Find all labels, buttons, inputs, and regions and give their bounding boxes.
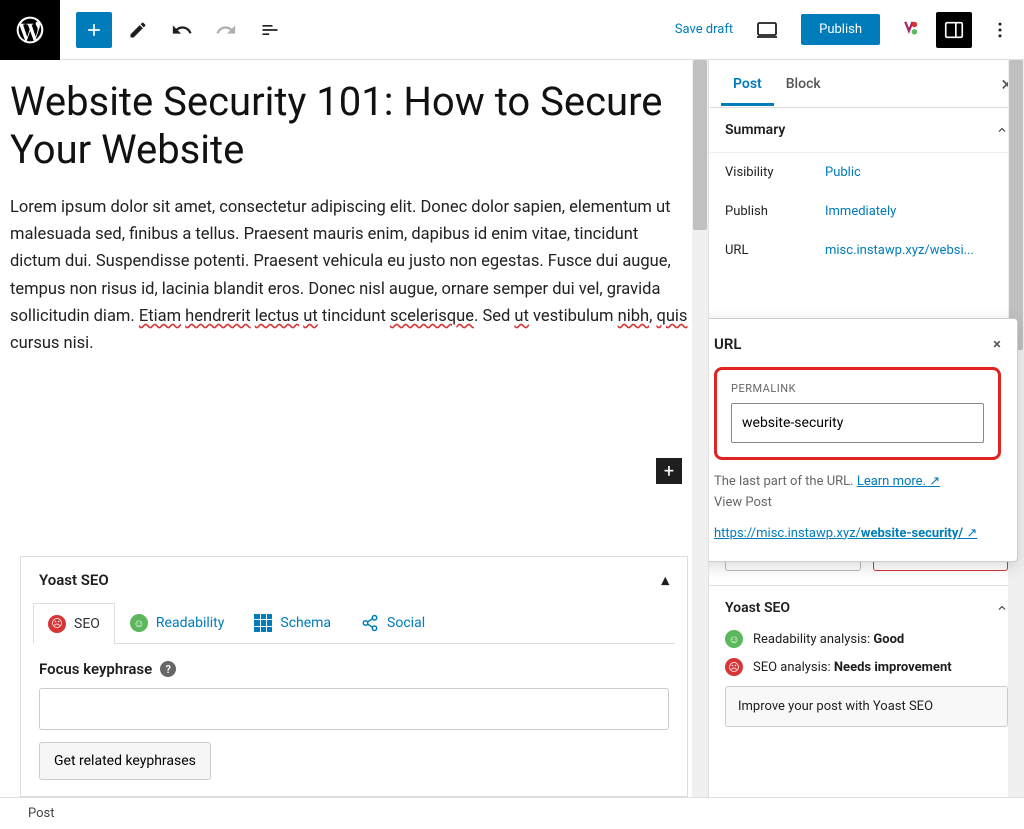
save-draft-link[interactable]: Save draft	[675, 22, 733, 37]
add-block-inline-button[interactable]: +	[656, 458, 682, 484]
edit-icon[interactable]	[120, 12, 156, 48]
editor-canvas[interactable]: Website Security 101: How to Secure Your…	[0, 60, 708, 797]
post-body[interactable]: Lorem ipsum dolor sit amet, consectetur …	[10, 194, 690, 357]
permalink-url-link[interactable]: https://misc.instawp.xyz/website-securit…	[714, 522, 1001, 545]
help-icon[interactable]: ?	[160, 661, 176, 677]
chevron-up-icon	[996, 602, 1008, 614]
collapse-icon[interactable]: ▴	[661, 571, 669, 589]
yoast-tab-readability[interactable]: ☺Readability	[115, 603, 239, 643]
visibility-value[interactable]: Public	[825, 165, 861, 180]
focus-keyphrase-input[interactable]	[39, 688, 669, 730]
breadcrumb[interactable]: Post	[28, 806, 55, 821]
wordpress-logo[interactable]	[0, 0, 60, 60]
publish-button[interactable]: Publish	[801, 14, 880, 45]
learn-more-link[interactable]: Learn more. ↗	[857, 474, 940, 489]
summary-panel-header[interactable]: Summary	[709, 108, 1024, 153]
share-icon	[361, 614, 379, 632]
options-menu[interactable]	[988, 12, 1012, 48]
publish-value[interactable]: Immediately	[825, 204, 896, 219]
editor-scrollbar[interactable]	[692, 60, 708, 797]
happy-face-icon: ☺	[130, 614, 148, 632]
tab-post[interactable]: Post	[721, 62, 774, 106]
add-block-button[interactable]	[76, 12, 112, 48]
visibility-label: Visibility	[725, 165, 825, 180]
yoast-tab-schema[interactable]: Schema	[239, 603, 346, 643]
post-title[interactable]: Website Security 101: How to Secure Your…	[10, 78, 698, 174]
undo-button[interactable]	[164, 12, 200, 48]
url-label: URL	[725, 243, 825, 258]
get-related-keyphrases-button[interactable]: Get related keyphrases	[39, 742, 211, 780]
url-value[interactable]: misc.instawp.xyz/websi...	[825, 243, 974, 258]
url-popover: URL× PERMALINK The last part of the URL.…	[708, 318, 1018, 562]
top-toolbar: Save draft Publish	[0, 0, 1024, 60]
grid-icon	[254, 614, 272, 632]
tab-block[interactable]: Block	[774, 62, 833, 106]
yoast-tab-social[interactable]: Social	[346, 603, 440, 643]
permalink-input[interactable]	[731, 403, 984, 443]
details-icon[interactable]	[252, 12, 288, 48]
yoast-metabox-title: Yoast SEO	[39, 571, 109, 589]
breadcrumb-bar: Post	[0, 797, 1024, 829]
redo-button[interactable]	[208, 12, 244, 48]
yoast-tab-seo[interactable]: ☹SEO	[33, 603, 115, 644]
publish-label: Publish	[725, 204, 825, 219]
yoast-icon[interactable]	[896, 18, 920, 42]
yoast-seo-metabox: Yoast SEO ▴ ☹SEO ☺Readability Schema Soc…	[20, 556, 688, 797]
preview-device-icon[interactable]	[749, 12, 785, 48]
permalink-label: PERMALINK	[731, 382, 984, 395]
settings-sidebar-toggle[interactable]	[936, 12, 972, 48]
view-post-text: View Post	[714, 495, 772, 510]
sidebar-yoast-header[interactable]: Yoast SEO	[725, 600, 1008, 616]
sad-face-icon: ☹	[48, 615, 66, 633]
improve-yoast-button[interactable]: Improve your post with Yoast SEO	[725, 686, 1008, 727]
sad-face-icon: ☹	[725, 658, 743, 676]
happy-face-icon: ☺	[725, 630, 743, 648]
sidebar-yoast-panel: Yoast SEO ☺Readability analysis: Good ☹S…	[709, 585, 1024, 741]
chevron-up-icon	[996, 124, 1008, 136]
close-popover-button[interactable]: ×	[993, 335, 1001, 353]
url-popover-title: URL	[714, 335, 742, 353]
focus-keyphrase-label: Focus keyphrase	[39, 660, 152, 678]
settings-sidebar: Post Block × Summary VisibilityPublic Pu…	[708, 60, 1024, 797]
permalink-highlight: PERMALINK	[714, 367, 1001, 460]
